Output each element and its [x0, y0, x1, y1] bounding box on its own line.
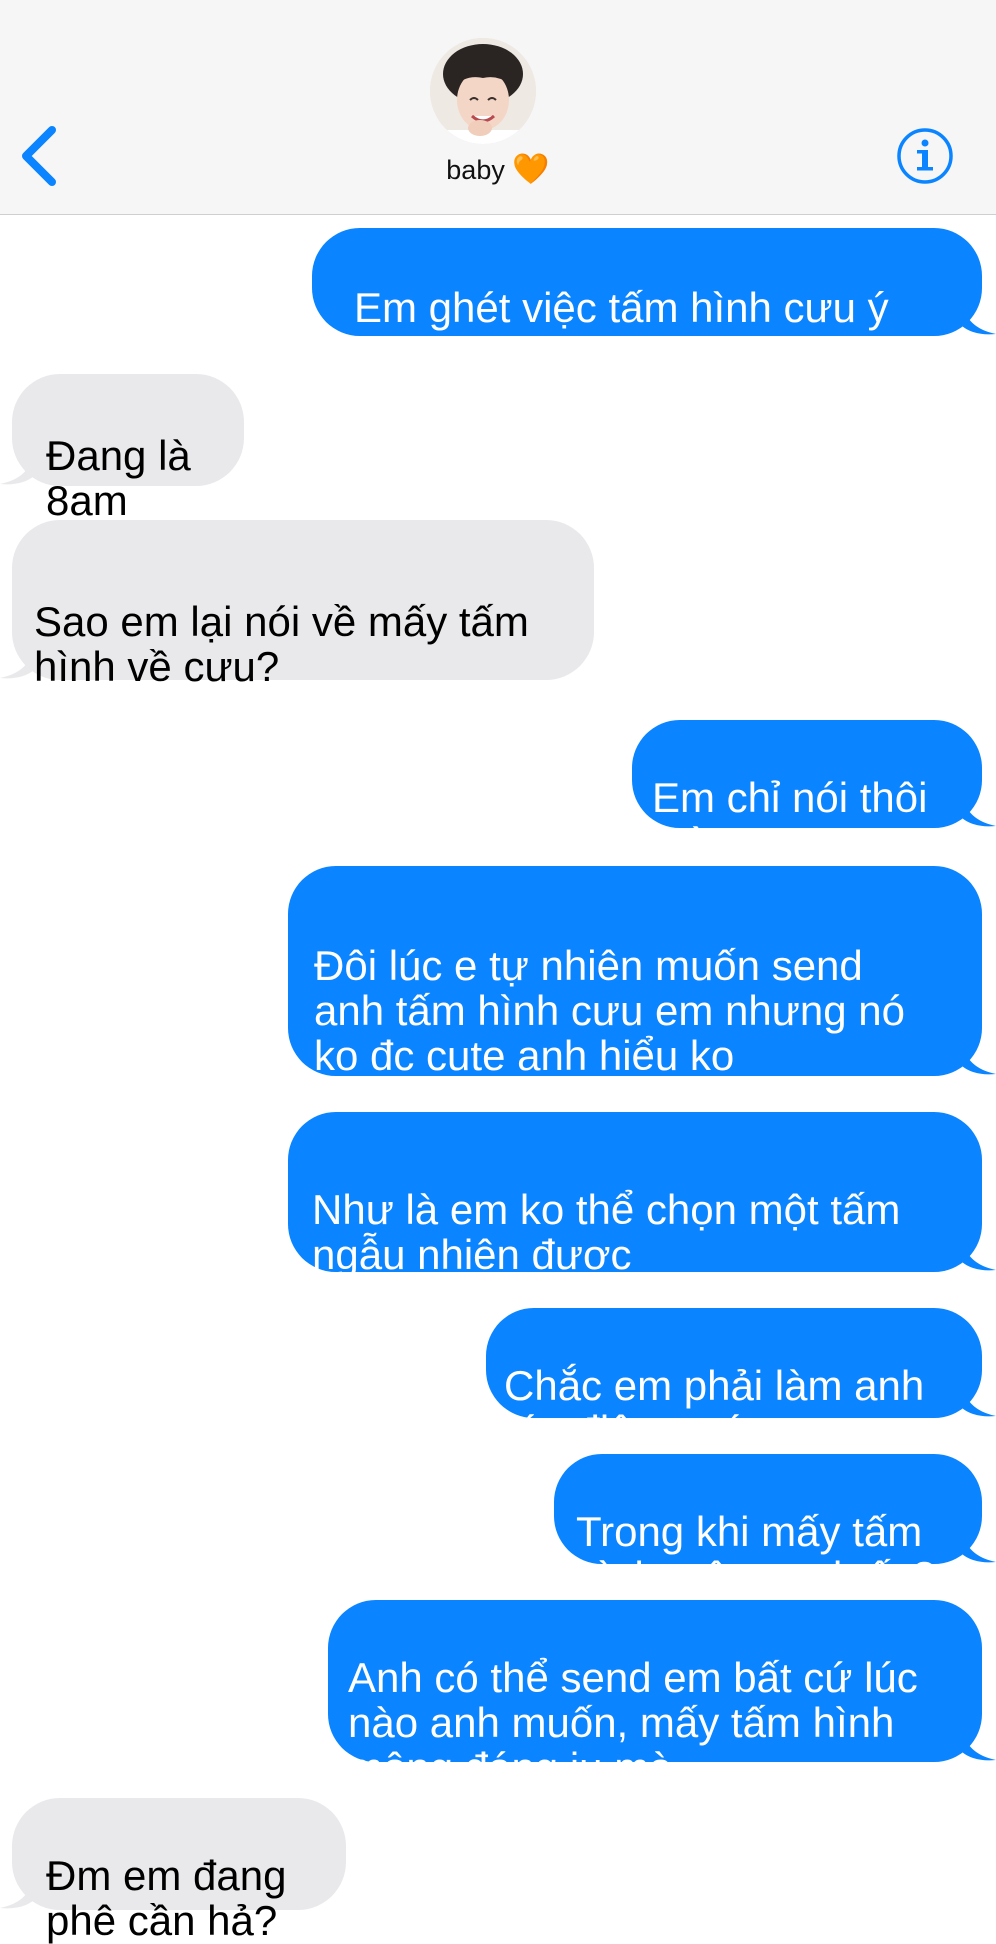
outgoing-bubble-tail	[962, 1042, 996, 1075]
outgoing-message[interactable]: Em chỉ nói thôi mà	[632, 720, 982, 865]
incoming-message[interactable]: Sao em lại nói về mấy tấm hình về cưu?	[12, 520, 594, 689]
heart-emoji: 🧡	[512, 153, 550, 186]
outgoing-message[interactable]: Em ghét việc tấm hình cưu ý ko đc cute	[312, 228, 982, 375]
outgoing-message[interactable]: Chắc em phải làm anh tức điên trước	[486, 1308, 982, 1453]
info-icon	[897, 128, 953, 184]
contact-name[interactable]: baby 🧡	[0, 150, 996, 190]
outgoing-bubble-tail	[962, 1384, 996, 1417]
info-button[interactable]	[895, 126, 955, 186]
outgoing-bubble-tail	[962, 794, 996, 827]
outgoing-bubble-tail	[962, 1238, 996, 1271]
avatar[interactable]	[430, 38, 536, 144]
incoming-bubble-tail	[0, 1876, 34, 1909]
outgoing-message[interactable]: Trong khi mấy tấm hình mông anh ấy?	[554, 1454, 982, 1599]
incoming-bubble-tail	[0, 452, 34, 485]
outgoing-message[interactable]: Đôi lúc e tự nhiên muốn send anh tấm hìn…	[288, 866, 982, 1078]
conversation-header: baby 🧡	[0, 0, 996, 215]
outgoing-message[interactable]: Anh có thể send em bất cứ lúc nào anh mu…	[328, 1600, 982, 1790]
incoming-message[interactable]: Đang là 8am	[12, 374, 244, 523]
contact-name-text: baby	[446, 155, 505, 185]
incoming-bubble-tail	[0, 646, 34, 679]
outgoing-bubble-tail	[962, 1530, 996, 1563]
incoming-message[interactable]: Đm em đang phê cần hả?	[12, 1798, 346, 1943]
outgoing-bubble-tail	[962, 1728, 996, 1761]
outgoing-bubble-tail	[962, 302, 996, 335]
outgoing-message[interactable]: Như là em ko thể chọn một tấm ngẫu nhiên…	[288, 1112, 982, 1277]
